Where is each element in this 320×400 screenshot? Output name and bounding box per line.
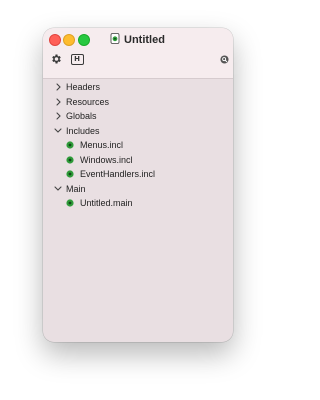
tree-group-label: Headers [66, 82, 101, 92]
close-button[interactable] [49, 34, 61, 46]
tree-group-label: Includes [66, 125, 100, 136]
file-icon [66, 141, 74, 149]
tree-group-label: Main [66, 183, 86, 194]
search-button[interactable] [219, 54, 229, 64]
tree-file-item[interactable]: Windows.incl [43, 153, 233, 167]
tree-file-item[interactable]: EventHandlers.incl [43, 167, 233, 181]
zoom-button[interactable] [78, 34, 90, 46]
tree-group-label: Resources [66, 96, 110, 107]
project-window: Untitled H Headers Resources Globals Inc… [43, 28, 233, 342]
tree-file-item[interactable]: Untitled.main [43, 196, 233, 210]
search-icon [219, 54, 229, 64]
document-icon [110, 31, 120, 49]
tree-group-label: Globals [66, 111, 97, 121]
tree-group-main[interactable]: Main [43, 182, 233, 196]
chevron-down-icon[interactable] [53, 184, 63, 194]
settings-button[interactable] [49, 52, 63, 66]
chevron-right-icon[interactable] [53, 82, 63, 92]
chevron-down-icon[interactable] [53, 126, 63, 136]
gear-icon [52, 54, 61, 64]
tree-file-label: Windows.incl [80, 154, 133, 165]
tree-group-includes[interactable]: Includes [43, 124, 233, 138]
chevron-right-icon[interactable] [53, 111, 63, 121]
window-title-text: Untitled [124, 34, 165, 46]
header-button[interactable]: H [70, 52, 84, 66]
window-title: Untitled [110, 32, 165, 48]
tree-file-item[interactable]: Menus.incl [43, 138, 233, 152]
chevron-right-icon[interactable] [53, 97, 63, 107]
tree-group-globals[interactable]: Globals [43, 109, 233, 123]
title-bar: Untitled H [43, 28, 233, 79]
tree-group-headers[interactable]: Headers [43, 80, 233, 94]
minimize-button[interactable] [63, 34, 75, 46]
file-icon [66, 170, 74, 178]
tree-file-label: Untitled.main [80, 198, 133, 208]
file-icon [66, 155, 74, 164]
tree-file-label: EventHandlers.incl [80, 169, 156, 179]
header-button-label: H [70, 53, 84, 65]
tree-file-label: Menus.incl [80, 140, 124, 150]
tree-group-resources[interactable]: Resources [43, 95, 233, 109]
file-icon [66, 199, 74, 207]
